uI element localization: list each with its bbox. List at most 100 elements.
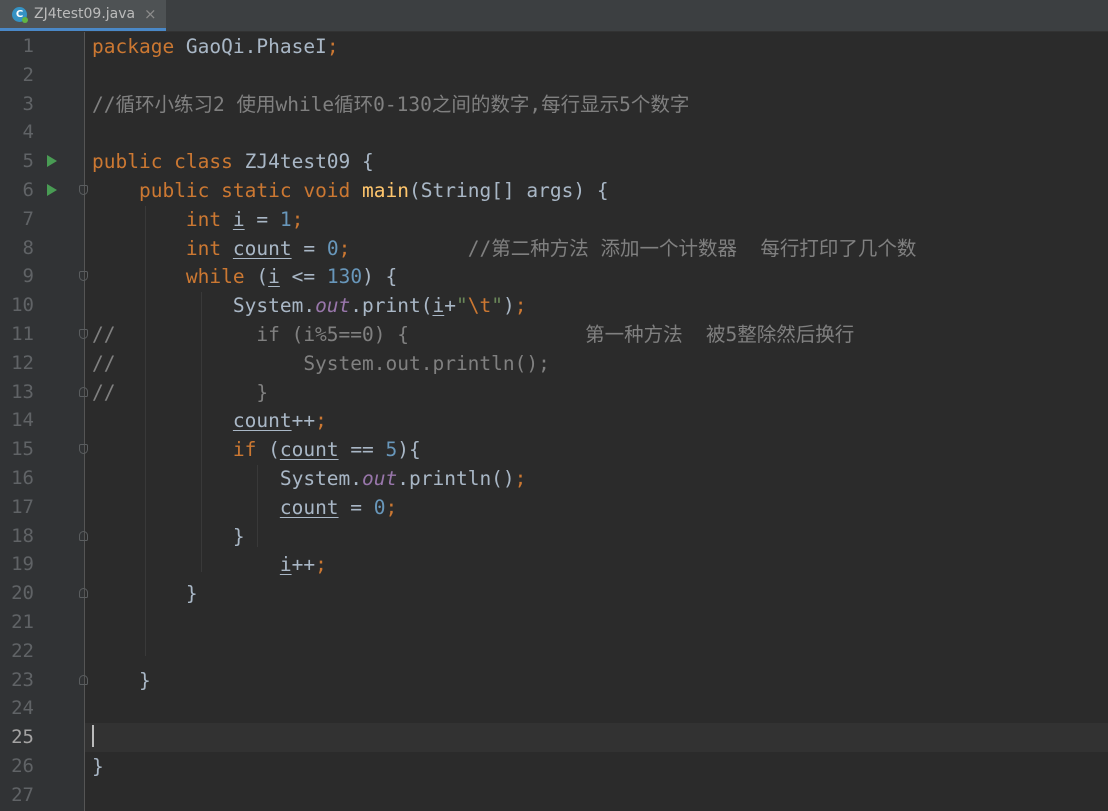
code-token: = <box>291 236 327 260</box>
code-token: ; <box>385 495 398 519</box>
code-line[interactable]: i++; 19 <box>0 550 1108 579</box>
tab-zj4test09-java[interactable]: C ZJ4test09.java × <box>0 0 166 31</box>
code-token: } <box>92 524 245 548</box>
code-line-bg <box>85 118 1108 147</box>
code-text: while (i <= 130) { <box>92 262 397 291</box>
code-text: int count = 0; //第二种方法 添加一个计数器 每行打印了几个数 <box>92 234 917 263</box>
code-token: " <box>491 294 503 318</box>
line-number: 27 <box>11 783 34 806</box>
code-line[interactable]: 4 <box>0 118 1108 147</box>
code-token: ; <box>514 294 527 318</box>
line-number: 18 <box>11 524 34 547</box>
code-text: int i = 1; <box>92 205 303 234</box>
fold-marker-icon[interactable] <box>79 530 88 541</box>
code-token: System. <box>92 467 363 490</box>
code-token: i <box>432 294 445 318</box>
code-token: package <box>92 35 186 58</box>
code-line[interactable]: System.out.print(i+"\t"); 10 <box>0 291 1108 320</box>
code-text: System.out.print(i+"\t"); <box>92 291 527 320</box>
line-number: 14 <box>11 409 34 432</box>
code-line[interactable]: 22 <box>0 637 1108 666</box>
code-token: i <box>279 553 292 577</box>
code-line[interactable]: public class ZJ4test09 { 5 <box>0 147 1108 176</box>
code-text: i++; <box>92 550 327 579</box>
code-line[interactable]: System.out.println(); 16 <box>0 464 1108 493</box>
code-line[interactable]: } 18 <box>0 522 1108 551</box>
code-text: } <box>92 752 104 781</box>
code-text: count = 0; <box>92 493 397 522</box>
code-token: ) { <box>362 265 398 289</box>
code-line[interactable]: 24 <box>0 694 1108 723</box>
code-line-bg: while (i <= 130) { <box>85 262 1108 291</box>
code-line[interactable]: public static void main(String[] args) {… <box>0 176 1108 205</box>
code-line-bg: public class ZJ4test09 { <box>85 147 1108 176</box>
code-token: == <box>338 438 386 462</box>
code-line[interactable]: // System.out.println(); 12 <box>0 349 1108 378</box>
code-token: while <box>185 265 257 289</box>
code-token: 0 <box>326 236 339 260</box>
fold-marker-icon[interactable] <box>79 588 88 599</box>
code-token: ; <box>338 236 351 260</box>
code-line-bg: int count = 0; //第二种方法 添加一个计数器 每行打印了几个数 <box>85 234 1108 263</box>
line-number: 6 <box>22 179 34 201</box>
line-number: 5 <box>22 150 34 173</box>
line-number: 10 <box>11 294 34 317</box>
fold-marker-icon[interactable] <box>79 386 88 397</box>
code-text: //循环小练习2 使用while循环0-130之间的数字,每行显示5个数字 <box>92 90 689 119</box>
line-number: 8 <box>22 236 34 259</box>
code-token: if <box>232 438 269 462</box>
java-class-icon: C <box>12 7 28 23</box>
code-line-bg: } <box>85 666 1108 695</box>
fold-marker-icon[interactable] <box>79 674 88 685</box>
code-line[interactable]: package GaoQi.PhaseI; 1 <box>0 32 1108 61</box>
code-token: " <box>455 294 468 318</box>
code-line-bg: count = 0; <box>85 493 1108 522</box>
code-line[interactable]: //循环小练习2 使用while循环0-130之间的数字,每行显示5个数字 3 <box>0 90 1108 119</box>
line-number: 12 <box>11 351 34 374</box>
code-line-bg: } <box>85 752 1108 781</box>
code-comment: //第二种方法 添加一个计数器 每行打印了几个数 <box>467 236 917 260</box>
code-line[interactable]: 2 <box>0 61 1108 90</box>
code-line[interactable]: count = 0; 17 <box>0 493 1108 522</box>
fold-marker-icon[interactable] <box>79 444 88 455</box>
code-line[interactable]: if (count == 5){15 <box>0 435 1108 464</box>
code-line[interactable]: 25 <box>0 723 1108 753</box>
code-line[interactable]: // } 13 <box>0 378 1108 407</box>
code-line-bg: System.out.println(); <box>85 464 1108 493</box>
code-line-bg <box>85 723 1108 753</box>
code-line[interactable]: int count = 0; //第二种方法 添加一个计数器 每行打印了几个数 8 <box>0 234 1108 263</box>
code-token: public class <box>92 150 245 174</box>
line-number: 20 <box>11 582 34 605</box>
code-token: public static void <box>138 179 363 202</box>
code-line[interactable]: 21 <box>0 608 1108 637</box>
code-line[interactable]: } 20 <box>0 579 1108 608</box>
code-line-bg: package GaoQi.PhaseI; <box>85 32 1108 61</box>
code-token: ; <box>291 207 304 231</box>
code-text: public static void main(String[] args) { <box>92 176 609 205</box>
code-line[interactable]: count++; 14 <box>0 406 1108 435</box>
code-line-bg: // } <box>85 378 1108 407</box>
run-gutter-icon[interactable] <box>47 155 57 168</box>
code-line[interactable]: } 26 <box>0 752 1108 781</box>
fold-marker-icon[interactable] <box>79 185 88 195</box>
indent-guide <box>257 465 258 547</box>
close-icon[interactable]: × <box>144 5 157 23</box>
line-number: 25 <box>11 726 34 749</box>
code-line-bg: public static void main(String[] args) { <box>85 176 1108 205</box>
code-line[interactable]: while (i <= 130) {9 <box>0 262 1108 291</box>
code-line[interactable]: int i = 1; 7 <box>0 205 1108 234</box>
code-line[interactable]: // if (i%5==0) { 第一种方法 被5整除然后换行 11 <box>0 320 1108 349</box>
code-line[interactable]: 27 <box>0 781 1108 810</box>
code-token: ( <box>256 265 269 289</box>
tab-label: ZJ4test09.java <box>34 6 136 22</box>
fold-marker-icon[interactable] <box>79 329 88 339</box>
code-token: i <box>232 207 245 231</box>
code-line[interactable]: } 23 <box>0 666 1108 695</box>
line-number: 21 <box>11 611 34 633</box>
code-text: System.out.println(); <box>92 464 527 493</box>
run-gutter-icon[interactable] <box>47 184 57 196</box>
line-number: 2 <box>22 63 34 86</box>
